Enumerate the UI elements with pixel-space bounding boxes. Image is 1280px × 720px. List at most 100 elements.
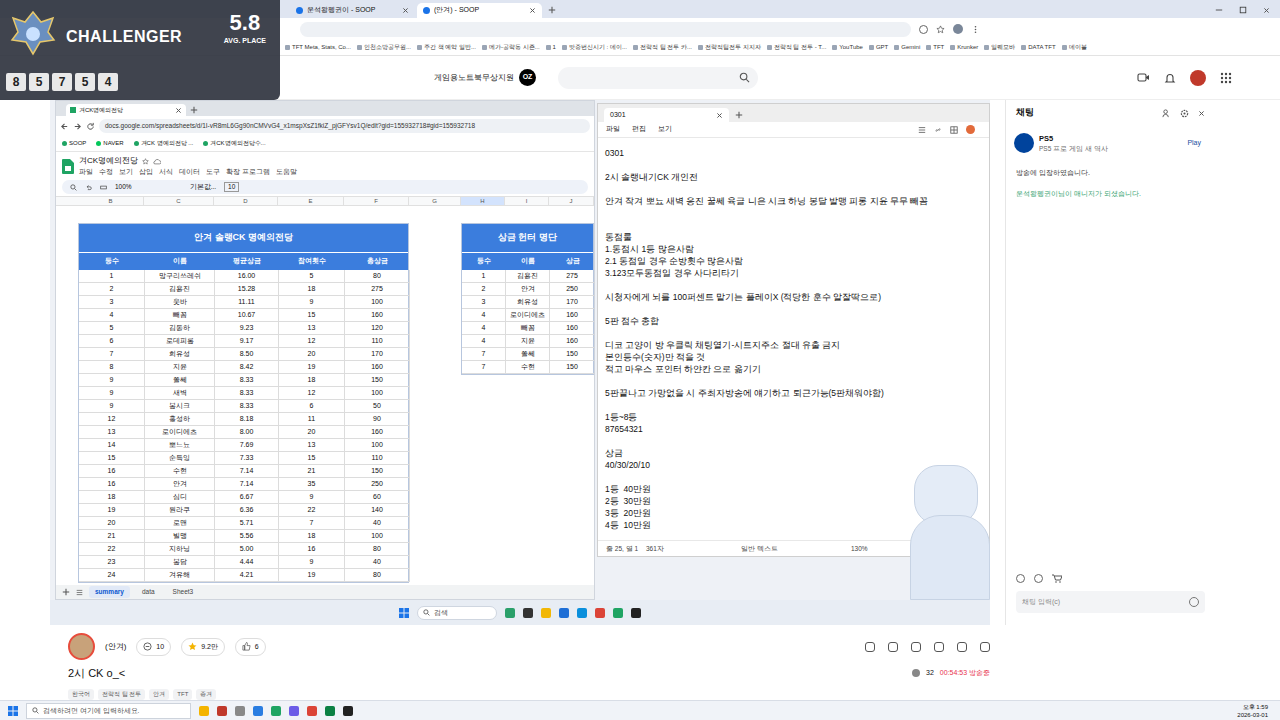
bookmark[interactable]: YouTube (832, 43, 863, 52)
windows-icon[interactable] (8, 706, 18, 716)
table-cell[interactable]: 35 (279, 478, 345, 491)
table-cell[interactable]: 쫄쎄 (506, 348, 550, 361)
promo-text[interactable]: 게임용노트북무상지원 (434, 72, 514, 84)
table-cell[interactable]: 6.67 (215, 491, 279, 504)
streamer-name[interactable]: (안겨) (105, 641, 126, 653)
menu-item[interactable]: 서식 (159, 167, 173, 177)
users-icon[interactable] (1162, 109, 1171, 118)
table-cell[interactable]: 20 (279, 426, 345, 439)
emote-icon[interactable] (1016, 574, 1025, 583)
table-cell[interactable]: 8.18 (215, 413, 279, 426)
table-cell[interactable]: 11 (279, 413, 345, 426)
table-cell[interactable]: 18 (279, 283, 345, 296)
forward-icon[interactable] (73, 122, 82, 131)
table-cell[interactable]: 22 (279, 504, 345, 517)
table-cell[interactable]: 160 (345, 426, 410, 439)
table-cell[interactable]: 4 (462, 322, 506, 335)
table-icon[interactable] (950, 126, 958, 134)
table-cell[interactable]: 15 (279, 309, 345, 322)
table-cell[interactable]: 7.14 (215, 478, 279, 491)
table-cell[interactable]: 7.69 (215, 439, 279, 452)
table-cell[interactable]: 40 (345, 517, 410, 530)
bell-icon[interactable] (1164, 72, 1176, 84)
table-cell[interactable]: 12 (279, 335, 345, 348)
table-cell[interactable]: 11.11 (215, 296, 279, 309)
table-cell[interactable]: 8.33 (215, 387, 279, 400)
table-cell[interactable]: 9 (279, 296, 345, 309)
table-cell[interactable]: 160 (550, 322, 594, 335)
star-icon[interactable] (142, 158, 149, 165)
table-cell[interactable]: 6 (79, 335, 145, 348)
table-cell[interactable]: 지윤 (506, 335, 550, 348)
close-icon[interactable] (175, 107, 182, 114)
sheet-tab[interactable]: Sheet3 (167, 586, 200, 598)
table-cell[interactable]: 160 (550, 335, 594, 348)
table-cell[interactable]: 봉담 (145, 556, 215, 569)
column-header[interactable]: C (144, 197, 214, 205)
search-icon[interactable] (739, 72, 750, 83)
bookmark[interactable]: 데이볼 (1062, 43, 1087, 52)
promo-badge[interactable]: OZ (519, 69, 536, 86)
table-cell[interactable]: 로이디에츠 (145, 426, 215, 439)
table-cell[interactable]: 9 (79, 387, 145, 400)
font-select[interactable]: 기본값... (190, 182, 216, 192)
table-cell[interactable]: 지하닝 (145, 543, 215, 556)
table-cell[interactable]: 8.00 (215, 426, 279, 439)
table-cell[interactable]: 13 (279, 322, 345, 335)
table-cell[interactable]: 24 (79, 569, 145, 582)
table-cell[interactable]: 160 (550, 309, 594, 322)
table-cell[interactable]: 안겨 (145, 478, 215, 491)
more-icon[interactable] (980, 642, 990, 652)
table-cell[interactable]: 수현 (506, 361, 550, 374)
table-cell[interactable]: 빌맹 (145, 530, 215, 543)
table-cell[interactable]: 5 (279, 270, 345, 283)
app-icon[interactable] (577, 608, 587, 618)
bookmark[interactable]: DATA TFT (1021, 43, 1055, 52)
table-cell[interactable]: 18 (279, 374, 345, 387)
close-icon[interactable] (529, 7, 536, 14)
table-cell[interactable]: 150 (345, 374, 410, 387)
column-header[interactable]: D (214, 197, 278, 205)
column-header[interactable]: G (409, 197, 461, 205)
table-cell[interactable]: 희유성 (506, 296, 550, 309)
emoji-icon[interactable] (1189, 597, 1199, 607)
table-cell[interactable]: 21 (79, 530, 145, 543)
menu-item[interactable]: 파일 (606, 124, 620, 135)
app-icon[interactable] (235, 706, 245, 716)
bookmark[interactable]: 맛중번신시기 : 데이... (562, 43, 627, 52)
table-cell[interactable]: 로맨 (145, 517, 215, 530)
table-cell[interactable]: 로이디에츠 (506, 309, 550, 322)
browser-tab[interactable]: (안겨) - SOOP (417, 3, 542, 18)
url-field[interactable]: docs.google.com/spreadsheets/d/1I-vR8mL6… (99, 119, 590, 133)
new-tab-icon[interactable] (548, 6, 556, 14)
table-cell[interactable]: 14 (79, 439, 145, 452)
star-icon[interactable] (936, 25, 945, 34)
table-cell[interactable]: 100 (345, 296, 410, 309)
table-cell[interactable]: 순득잉 (145, 452, 215, 465)
table-cell[interactable]: 김동하 (145, 322, 215, 335)
table-cell[interactable]: 5.71 (215, 517, 279, 530)
table-cell[interactable]: 250 (345, 478, 410, 491)
search-icon[interactable] (423, 609, 430, 616)
table-cell[interactable]: 1 (462, 270, 506, 283)
table-cell[interactable]: 7 (79, 348, 145, 361)
bookmark[interactable]: 주간 책 예약 일반... (417, 43, 476, 52)
notepad-tab[interactable]: 0301 (604, 108, 729, 122)
table-cell[interactable]: 쫄쎄 (145, 374, 215, 387)
app-icon[interactable] (541, 608, 551, 618)
menu-item[interactable]: 도움말 (276, 167, 297, 177)
table-cell[interactable]: 지윤 (145, 361, 215, 374)
clip-icon[interactable] (865, 642, 875, 652)
table-cell[interactable]: 7 (462, 361, 506, 374)
table-cell[interactable]: 3 (462, 296, 506, 309)
table-cell[interactable]: 20 (279, 348, 345, 361)
column-header[interactable]: I (505, 197, 549, 205)
table-cell[interactable]: 22 (79, 543, 145, 556)
table-cell[interactable]: 13 (279, 439, 345, 452)
chat-input[interactable] (1022, 597, 1189, 608)
menu-item[interactable]: 도구 (206, 167, 220, 177)
menu-item[interactable]: 수정 (99, 167, 113, 177)
table-cell[interactable]: 50 (345, 400, 410, 413)
sheet-tab[interactable]: summary (89, 586, 130, 598)
table-cell[interactable]: 275 (345, 283, 410, 296)
